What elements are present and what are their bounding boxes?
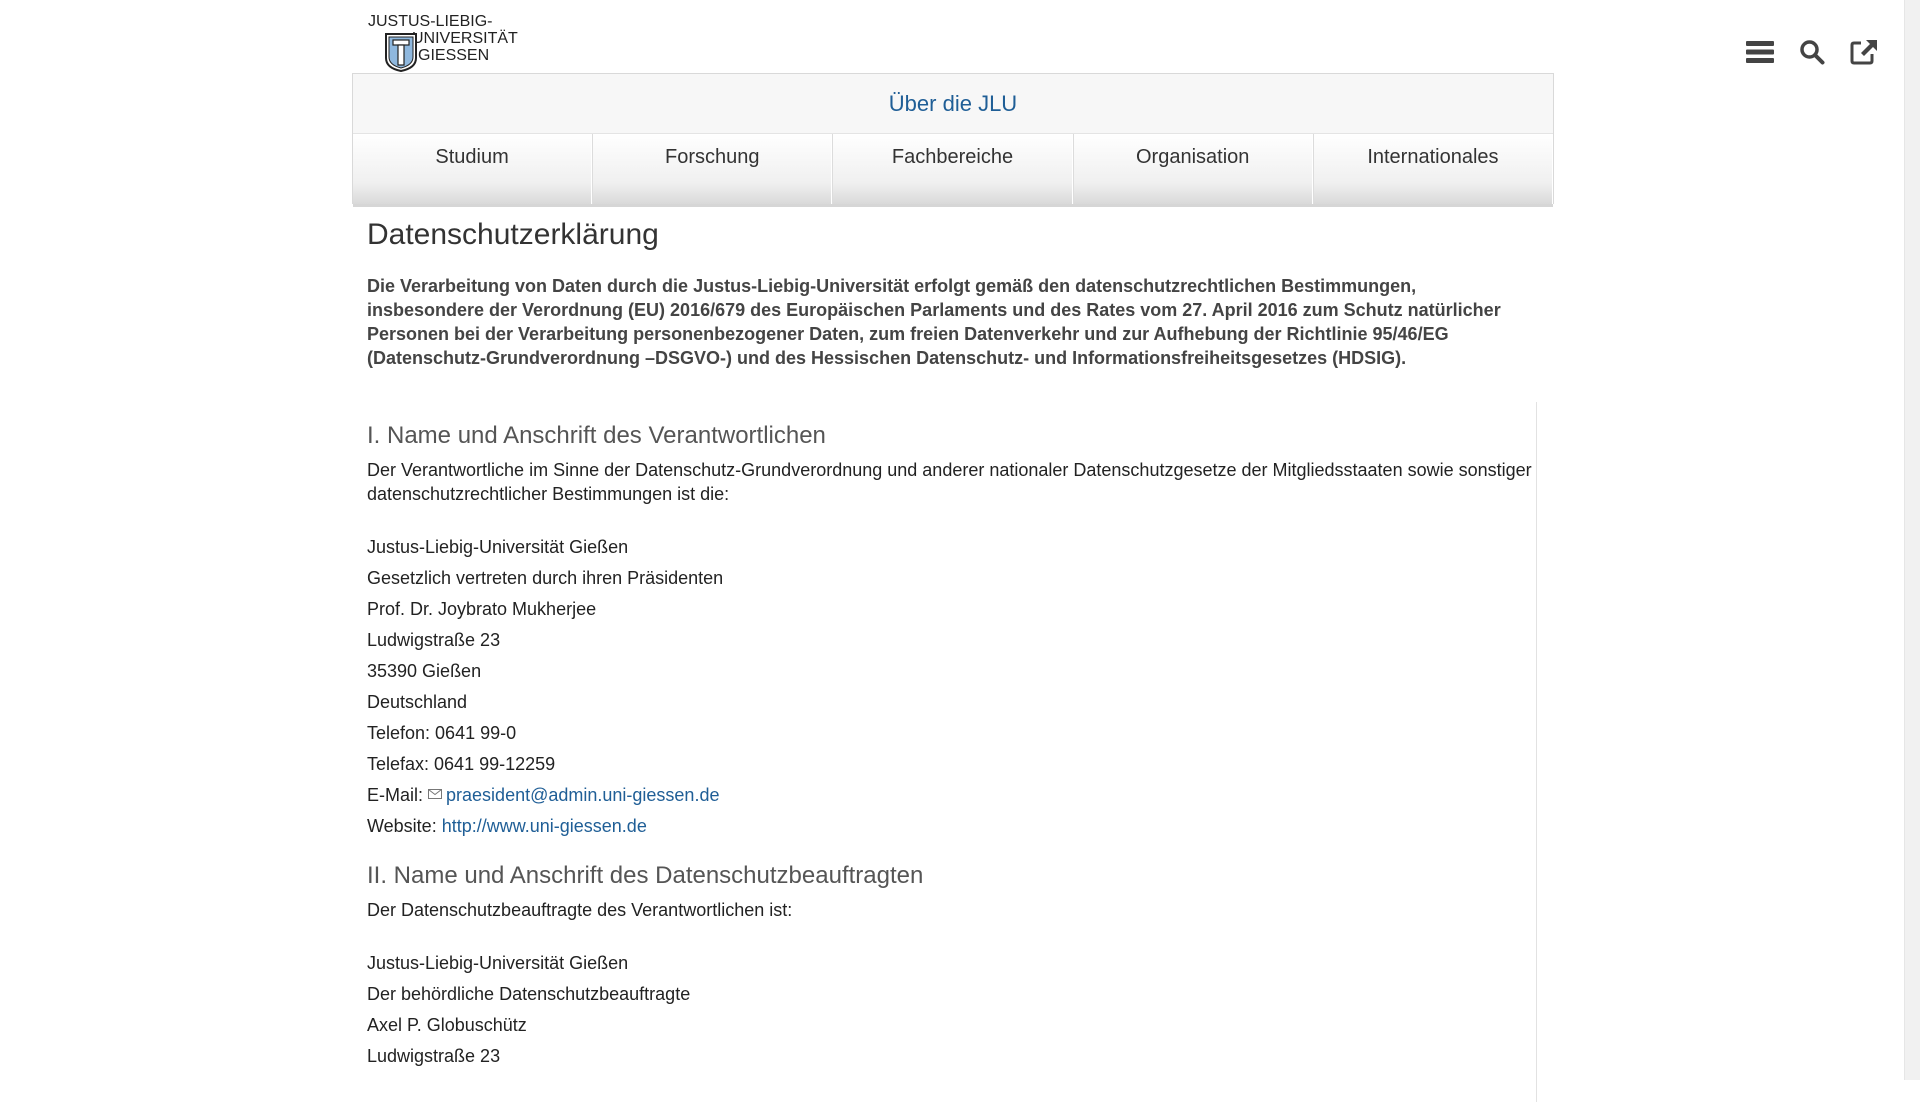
logo-text-line1: JUSTUS-LIEBIG- [368, 13, 493, 30]
main-navigation: Über die JLU Studium Forschung Fachberei… [352, 73, 1554, 207]
address-line: Gesetzlich vertreten durch ihren Präside… [367, 568, 724, 588]
main-content: I. Name und Anschrift des Verantwortlich… [367, 402, 1537, 1072]
tab-organisation[interactable]: Organisation [1072, 134, 1313, 204]
menu-icon [1746, 41, 1774, 63]
address-line: Der behördliche Datenschutzbeauftragte [367, 984, 691, 1004]
page-title: Datenschutzerklärung [367, 218, 659, 251]
header-toolbar [1732, 30, 1888, 74]
address-line: Axel P. Globuschütz [367, 1015, 527, 1035]
nav-tabs: Studium Forschung Fachbereiche Organisat… [353, 134, 1554, 204]
mail-icon [428, 789, 443, 799]
phone-line: Telefon: 0641 99-0 [367, 723, 517, 743]
university-logo[interactable]: JUSTUS-LIEBIG- UNIVERSITÄT GIESSEN [368, 14, 524, 72]
email-line: E-Mail: praesident@admin.uni-giessen.de [367, 780, 1537, 811]
search-button[interactable] [1788, 30, 1836, 74]
website-line: Website: http://www.uni-giessen.de [367, 811, 1537, 842]
vertical-scrollbar[interactable] [1904, 0, 1920, 1080]
fax-line: Telefax: 0641 99-12259 [367, 754, 556, 774]
section-text-dpo: Der Datenschutzbeauftragte des Verantwor… [367, 900, 793, 920]
section-text-controller: Der Verantwortliche im Sinne der Datensc… [367, 460, 1532, 504]
email-link[interactable]: praesident@admin.uni-giessen.de [446, 785, 719, 805]
nav-bottom-border [353, 204, 1553, 207]
address-line: Deutschland [367, 692, 468, 712]
address-line: Prof. Dr. Joybrato Mukherjee [367, 599, 597, 619]
page-header: Datenschutzerklärung Die Verarbeitung vo… [367, 218, 1527, 370]
website-link[interactable]: http://www.uni-giessen.de [442, 816, 647, 836]
address-line: 35390 Gießen [367, 661, 482, 681]
nav-section-title[interactable]: Über die JLU [353, 74, 1553, 134]
external-link-icon [1850, 40, 1877, 65]
tab-forschung[interactable]: Forschung [592, 134, 833, 204]
website-label: Website: [367, 816, 437, 836]
dpo-address: Justus-Liebig-Universität Gießen Der beh… [367, 948, 1537, 1072]
tab-internationales[interactable]: Internationales [1312, 134, 1554, 204]
address-line: Justus-Liebig-Universität Gießen [367, 537, 629, 557]
controller-address: Justus-Liebig-Universität Gießen Gesetzl… [367, 532, 1537, 842]
tab-studium[interactable]: Studium [353, 134, 593, 204]
intro-paragraph: Die Verarbeitung von Daten durch die Jus… [367, 276, 1501, 368]
section-heading-dpo: II. Name und Anschrift des Datenschutzbe… [367, 862, 924, 889]
university-emblem-icon [385, 33, 417, 72]
address-line: Justus-Liebig-Universität Gießen [367, 953, 629, 973]
logo-text-line2: UNIVERSITÄT [412, 30, 518, 47]
address-line: Ludwigstraße 23 [367, 630, 501, 650]
email-label: E-Mail: [367, 785, 424, 805]
search-icon [1800, 40, 1825, 65]
section-heading-controller: I. Name und Anschrift des Verantwortlich… [367, 422, 826, 449]
logo-text-line3: GIESSEN [418, 47, 490, 64]
address-line: Ludwigstraße 23 [367, 1046, 501, 1066]
menu-button[interactable] [1736, 30, 1784, 74]
external-link-button[interactable] [1840, 30, 1888, 74]
tab-fachbereiche[interactable]: Fachbereiche [832, 134, 1073, 204]
